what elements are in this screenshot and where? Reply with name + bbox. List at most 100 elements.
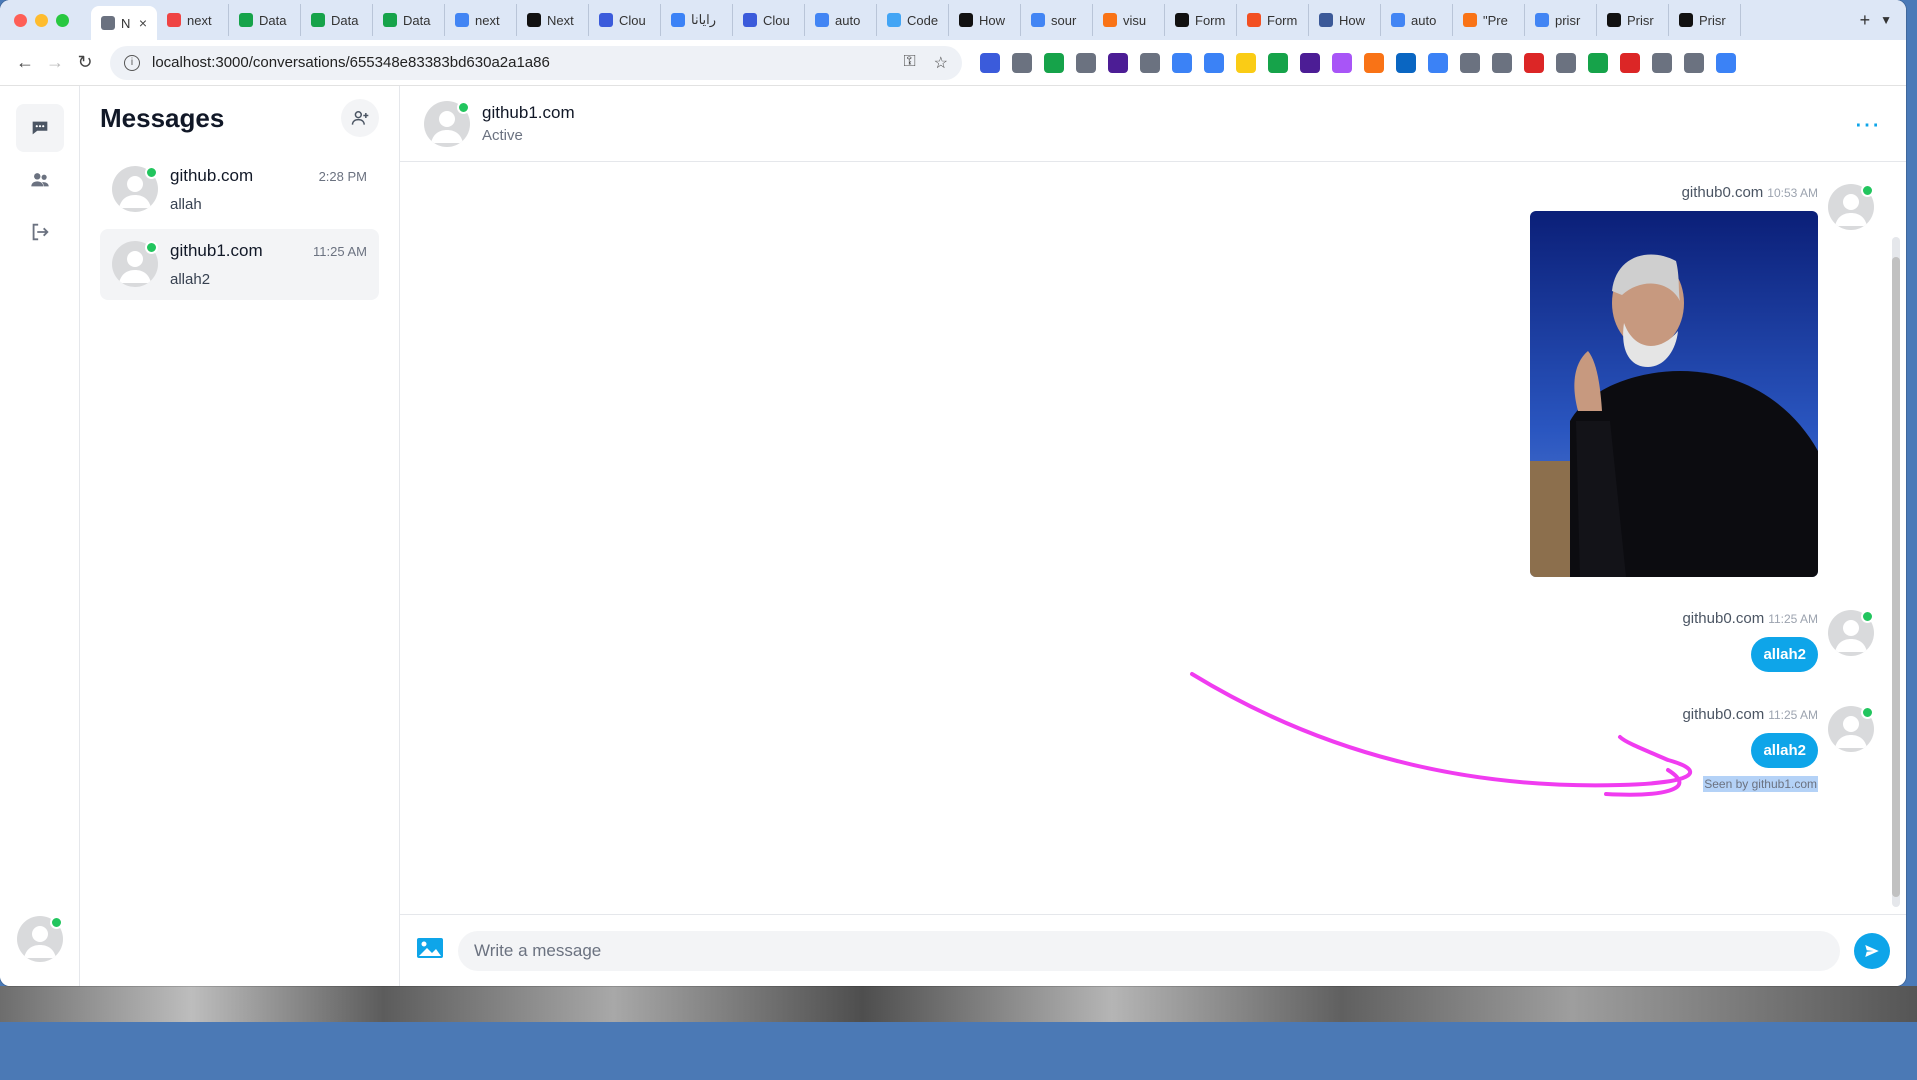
browser-tab[interactable]: auto — [1381, 4, 1453, 36]
conversation-item[interactable]: github.com 2:28 PM allah — [100, 154, 379, 225]
browser-tab[interactable]: Clou — [733, 4, 805, 36]
site-info-icon[interactable]: i — [124, 54, 140, 71]
minimize-window-button[interactable] — [35, 13, 48, 27]
password-key-icon[interactable]: ⚿ — [903, 53, 915, 73]
bookmark-star-icon[interactable]: ☆ — [934, 53, 948, 73]
extension-icon[interactable] — [1460, 52, 1480, 73]
browser-tab[interactable]: visu — [1093, 4, 1165, 36]
chat-partner-avatar[interactable] — [424, 100, 470, 147]
browser-tab[interactable]: Data — [373, 4, 445, 36]
message-input[interactable] — [458, 930, 1840, 971]
extension-icon[interactable] — [1556, 52, 1576, 73]
extension-icon[interactable] — [1108, 52, 1128, 73]
message-meta: github0.com 10:53 AM — [1682, 184, 1818, 201]
browser-tab[interactable]: Prisr — [1669, 4, 1741, 36]
browser-tab[interactable]: How — [1309, 4, 1381, 36]
current-user-avatar[interactable] — [17, 916, 63, 962]
tab-search-chevron-icon[interactable]: ▼ — [1880, 13, 1892, 27]
extension-icon[interactable] — [1652, 52, 1672, 73]
extension-icon[interactable] — [1076, 52, 1096, 73]
tab-label: sour — [1051, 12, 1077, 28]
browser-tab[interactable]: Data — [229, 4, 301, 36]
tab-favicon-icon — [167, 13, 181, 27]
extension-icon[interactable] — [1428, 52, 1448, 73]
browser-tab[interactable]: Clou — [589, 4, 661, 36]
browser-tab[interactable]: رایانا — [661, 4, 733, 36]
extension-icon[interactable] — [1364, 52, 1384, 73]
extension-icon[interactable] — [980, 52, 1000, 73]
browser-tab[interactable]: prisr — [1525, 4, 1597, 36]
extension-icon[interactable] — [1716, 52, 1736, 73]
tab-label: Data — [331, 12, 359, 28]
tab-favicon-icon — [959, 13, 973, 27]
online-indicator — [145, 166, 158, 179]
online-indicator — [1861, 184, 1874, 197]
browser-tab[interactable]: Prisr — [1597, 4, 1669, 36]
address-bar[interactable]: i localhost:3000/conversations/655348e83… — [110, 45, 962, 80]
extension-icon[interactable] — [1140, 52, 1160, 73]
logout-nav-button[interactable] — [16, 208, 64, 256]
extension-icon[interactable] — [1300, 52, 1320, 73]
scrollbar-thumb[interactable] — [1892, 257, 1900, 897]
new-tab-button[interactable]: + — [1850, 10, 1881, 31]
image-icon — [417, 938, 443, 958]
extension-icon[interactable] — [1492, 52, 1512, 73]
conversation-items: github.com 2:28 PM allah github1.com 11:… — [100, 154, 379, 300]
extension-icon[interactable] — [1172, 52, 1192, 73]
extension-icon[interactable] — [1268, 52, 1288, 73]
extension-icon[interactable] — [1332, 52, 1352, 73]
extension-icon[interactable] — [1396, 52, 1416, 73]
extension-icon[interactable] — [1236, 52, 1256, 73]
tab-favicon-icon — [1679, 13, 1693, 27]
extension-icon[interactable] — [1588, 52, 1608, 73]
users-nav-button[interactable] — [16, 156, 64, 204]
message-scrollbar[interactable] — [1892, 237, 1900, 907]
maximize-window-button[interactable] — [56, 13, 69, 27]
tab-label: prisr — [1555, 12, 1581, 28]
send-icon — [1865, 944, 1879, 957]
close-tab-icon[interactable]: × — [139, 15, 147, 31]
more-options-icon[interactable]: ⋯ — [1854, 111, 1882, 137]
tab-favicon-icon — [815, 13, 829, 27]
tab-favicon-icon — [101, 16, 115, 30]
extension-icon[interactable] — [1684, 52, 1704, 73]
tab-label: auto — [835, 12, 861, 28]
message-bubble[interactable]: allah2 — [1751, 637, 1818, 672]
browser-tab[interactable]: Data — [301, 4, 373, 36]
photo-portrait — [1530, 211, 1818, 577]
extension-icon[interactable] — [1204, 52, 1224, 73]
browser-tab[interactable]: Code — [877, 4, 949, 36]
extension-icon[interactable] — [1044, 52, 1064, 73]
conversation-item-selected[interactable]: github1.com 11:25 AM allah2 — [100, 229, 379, 300]
tab-favicon-icon — [1463, 13, 1477, 27]
new-group-button[interactable] — [341, 99, 379, 137]
browser-tab[interactable]: Form — [1165, 4, 1237, 36]
message-image[interactable] — [1530, 211, 1818, 577]
browser-tab[interactable]: next — [157, 4, 229, 36]
extension-icon[interactable] — [1524, 52, 1544, 73]
tab-favicon-icon — [1391, 13, 1405, 27]
reload-button[interactable]: ↻ — [70, 48, 100, 78]
browser-tab[interactable]: "Pre — [1453, 4, 1525, 36]
upload-image-button[interactable] — [416, 936, 444, 965]
browser-tab-active[interactable]: N × — [91, 6, 157, 40]
message-bubble[interactable]: allah2 — [1751, 733, 1818, 768]
chat-partner-name: github1.com — [482, 103, 575, 122]
message-item: github0.com 11:25 AM allah2 Seen by githu… — [1682, 706, 1874, 792]
back-button[interactable]: ← — [10, 48, 40, 78]
close-window-button[interactable] — [14, 13, 27, 27]
chat-partner-info: github1.com Active — [482, 103, 575, 144]
browser-tab[interactable]: Next — [517, 4, 589, 36]
browser-tab[interactable]: sour — [1021, 4, 1093, 36]
forward-button[interactable]: → — [40, 48, 70, 78]
tab-favicon-icon — [599, 13, 613, 27]
browser-tab[interactable]: Form — [1237, 4, 1309, 36]
chat-nav-button[interactable] — [16, 104, 64, 152]
extension-icon[interactable] — [1620, 52, 1640, 73]
browser-tab[interactable]: next — [445, 4, 517, 36]
browser-tab[interactable]: How — [949, 4, 1021, 36]
send-button[interactable] — [1854, 932, 1890, 969]
extension-icon[interactable] — [1012, 52, 1032, 73]
chat-bubble-icon — [32, 121, 48, 135]
browser-tab[interactable]: auto — [805, 4, 877, 36]
